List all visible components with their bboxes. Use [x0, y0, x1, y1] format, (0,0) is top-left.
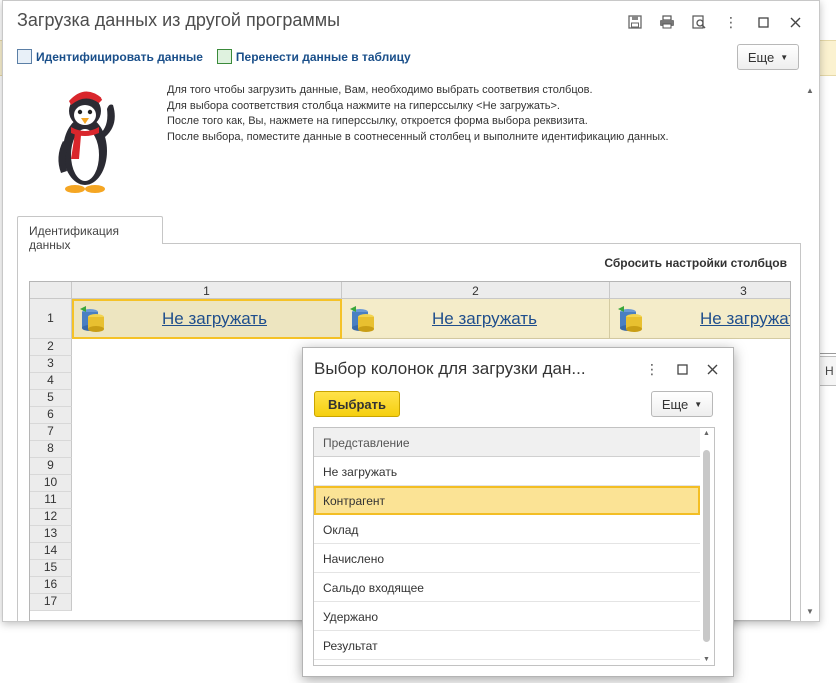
- row-header: 16: [30, 577, 72, 594]
- print-icon[interactable]: [651, 11, 683, 33]
- grid-corner: [30, 282, 72, 299]
- list-item[interactable]: Результат: [314, 631, 700, 660]
- maximize-icon[interactable]: [667, 358, 697, 380]
- row-header: 11: [30, 492, 72, 509]
- row-header: 9: [30, 458, 72, 475]
- column-list: Представление Не загружать Контрагент Ок…: [313, 427, 715, 666]
- row-header: 5: [30, 390, 72, 407]
- row-header: 13: [30, 526, 72, 543]
- list-scrollbar[interactable]: ▲ ▼: [702, 428, 712, 665]
- row-header: 2: [30, 339, 72, 356]
- dialog-title: Выбор колонок для загрузки дан...: [314, 359, 586, 378]
- database-icon: [80, 305, 104, 332]
- row-header: 7: [30, 424, 72, 441]
- row-header: 3: [30, 356, 72, 373]
- transfer-data-label: Перенести данные в таблицу: [235, 49, 411, 64]
- window-title: Загрузка данных из другой программы: [17, 10, 341, 30]
- row-header: 15: [30, 560, 72, 577]
- list-column-header[interactable]: Представление: [314, 428, 700, 457]
- column-header[interactable]: 3: [610, 282, 790, 299]
- scroll-up-icon[interactable]: ▲: [703, 430, 710, 437]
- penguin-mascot-icon: [58, 91, 115, 193]
- dialog-more-label: Еще: [661, 396, 689, 412]
- close-icon[interactable]: [779, 11, 811, 33]
- scroll-down-icon[interactable]: ▼: [806, 607, 814, 616]
- row-header: 12: [30, 509, 72, 526]
- main-scrollbar[interactable]: ▲ ▼: [805, 86, 815, 616]
- background-button[interactable]: Н: [818, 356, 836, 386]
- command-bar: Идентифицировать данные Перенести данные…: [17, 49, 411, 64]
- maximize-icon[interactable]: [747, 11, 779, 33]
- window-controls: ⋮: [619, 11, 811, 33]
- more-button[interactable]: Еще ▼: [737, 44, 799, 70]
- background-divider: [818, 353, 836, 354]
- row-header: 6: [30, 407, 72, 424]
- select-button[interactable]: Выбрать: [314, 391, 400, 417]
- row-header: 14: [30, 543, 72, 560]
- instructions: Для того чтобы загрузить данные, Вам, не…: [167, 83, 669, 145]
- scroll-down-icon[interactable]: ▼: [703, 656, 710, 663]
- column-header[interactable]: 2: [342, 282, 610, 299]
- dialog-controls: ⋮: [637, 358, 727, 380]
- column-header[interactable]: 1: [72, 282, 342, 299]
- instruction-line: После выбора, поместите данные в соотнес…: [167, 130, 669, 143]
- scroll-up-icon[interactable]: ▲: [806, 86, 814, 95]
- dialog-more-button[interactable]: Еще ▼: [651, 391, 713, 417]
- list-item[interactable]: Удержано: [314, 602, 700, 631]
- list-item[interactable]: Не загружать: [314, 457, 700, 486]
- row-header: 1: [30, 299, 72, 339]
- more-button-label: Еще: [747, 49, 775, 65]
- row-header: 4: [30, 373, 72, 390]
- column-selection-dialog: Выбор колонок для загрузки дан... ⋮ Выбр…: [302, 347, 734, 677]
- column-mapping-cell[interactable]: Не загружать: [342, 299, 610, 339]
- row-header: 8: [30, 441, 72, 458]
- tab-identification[interactable]: Идентификация данных: [17, 216, 163, 252]
- row-header: 17: [30, 594, 72, 611]
- table-transfer-icon: [216, 49, 232, 64]
- column-mapping-cell[interactable]: Не загружать: [72, 299, 342, 339]
- list-item-selected[interactable]: Контрагент: [314, 486, 700, 515]
- reset-columns-link[interactable]: Сбросить настройки столбцов: [604, 256, 787, 270]
- identify-data-button[interactable]: Идентифицировать данные: [17, 49, 203, 64]
- transfer-data-button[interactable]: Перенести данные в таблицу: [216, 49, 411, 64]
- more-vert-icon[interactable]: ⋮: [637, 358, 667, 380]
- do-not-load-link[interactable]: Не загружать: [432, 309, 537, 329]
- instruction-line: После того как, Вы, нажмете на гиперссыл…: [167, 115, 588, 127]
- instruction-line: Для выбора соответствия столбца нажмите …: [167, 99, 560, 112]
- chevron-down-icon: ▼: [780, 52, 789, 62]
- list-item[interactable]: Начислено: [314, 544, 700, 573]
- column-mapping-cell[interactable]: Не загружать: [610, 299, 790, 339]
- instruction-line: Для того чтобы загрузить данные, Вам, не…: [167, 84, 593, 96]
- chevron-down-icon: ▼: [694, 399, 703, 409]
- scrollbar-thumb[interactable]: [703, 450, 710, 642]
- more-vert-icon[interactable]: ⋮: [715, 11, 747, 33]
- close-icon[interactable]: [697, 358, 727, 380]
- database-icon: [618, 305, 642, 332]
- do-not-load-link[interactable]: Не загружать: [162, 309, 267, 329]
- save-icon[interactable]: [619, 11, 651, 33]
- list-item[interactable]: Сальдо входящее: [314, 573, 700, 602]
- database-icon: [350, 305, 374, 332]
- preview-icon[interactable]: [683, 11, 715, 33]
- identify-data-label: Идентифицировать данные: [36, 49, 203, 64]
- list-item[interactable]: Оклад: [314, 515, 700, 544]
- identify-icon: [17, 49, 32, 64]
- row-header: 10: [30, 475, 72, 492]
- do-not-load-link[interactable]: Не загружать: [700, 309, 790, 329]
